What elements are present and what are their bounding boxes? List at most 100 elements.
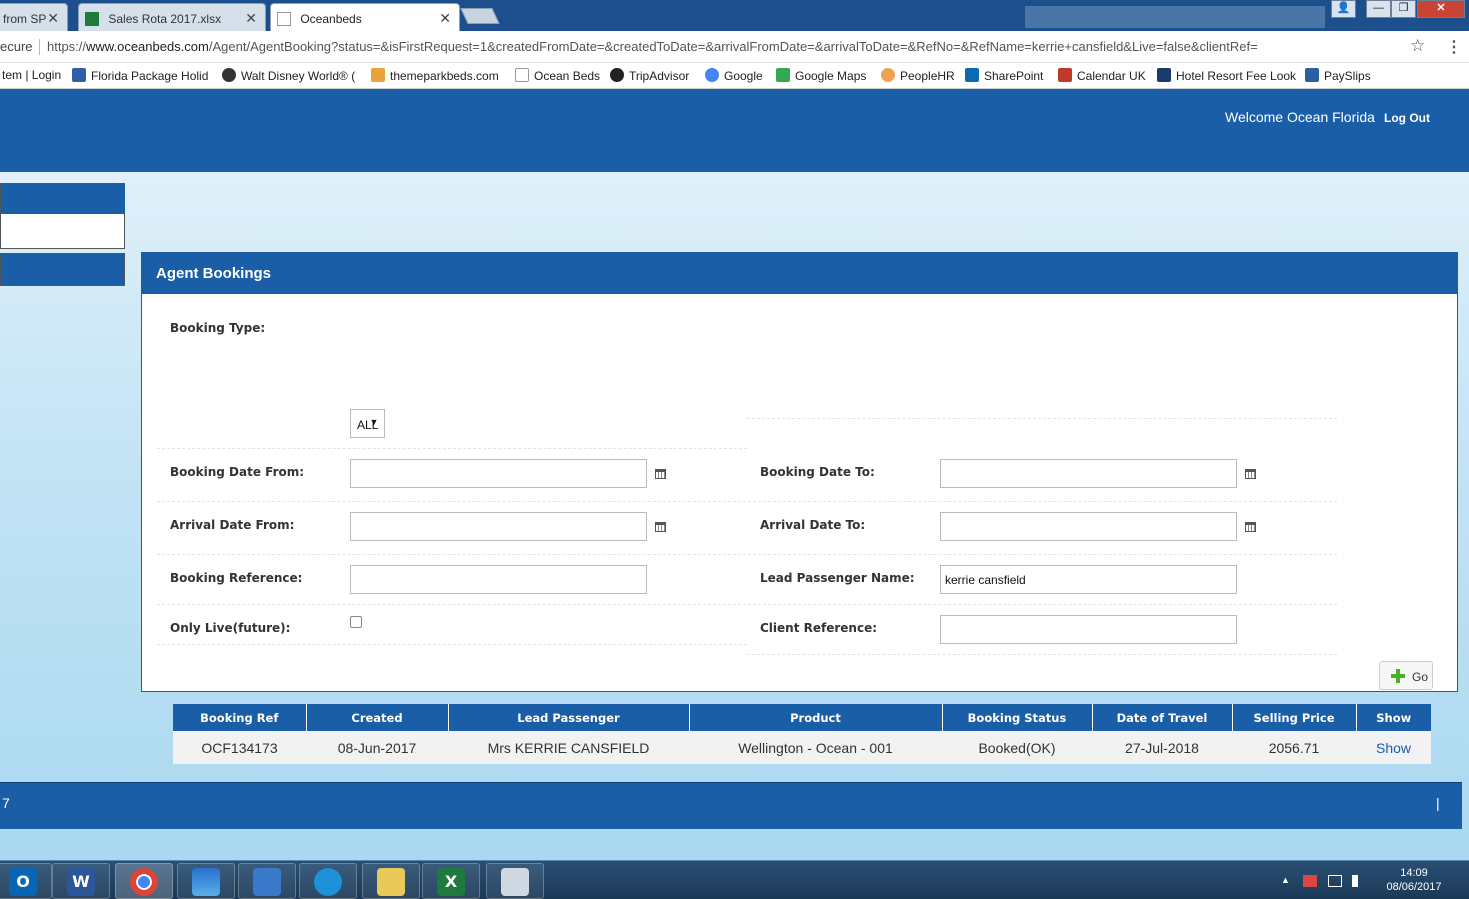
- sidebar-menu-block[interactable]: [0, 183, 125, 249]
- tab-sales-rota[interactable]: Sales Rota 2017.xlsx ✕: [78, 3, 266, 31]
- col-booking-ref[interactable]: Booking Ref: [173, 704, 307, 731]
- tab-from-sp[interactable]: from SP ✕: [0, 3, 68, 31]
- browser-tab-bar: from SP ✕ Sales Rota 2017.xlsx ✕ Oceanbe…: [0, 0, 1469, 31]
- arrival-date-to-input[interactable]: [940, 512, 1237, 541]
- bookmark-calendar-uk[interactable]: Calendar UK: [1058, 68, 1146, 83]
- bar-chart-icon: [1305, 68, 1319, 82]
- booking-type-dropdown[interactable]: ALL ▼: [350, 409, 386, 438]
- bookmark-ocean-beds[interactable]: Ocean Beds: [515, 68, 600, 83]
- bookmarks-bar: tem | Login Florida Package Holid Walt D…: [0, 63, 1469, 89]
- agent-bookings-panel: Agent Bookings Booking Type: ALL ▼ Booki…: [141, 252, 1458, 764]
- owl-icon: [610, 68, 624, 82]
- bookmark-label: Google Maps: [795, 69, 867, 83]
- calendar-icon[interactable]: [1245, 469, 1256, 479]
- col-product[interactable]: Product: [689, 704, 943, 731]
- booking-date-from-input[interactable]: [350, 459, 647, 488]
- bookmark-login[interactable]: tem | Login: [2, 68, 61, 82]
- taskbar-g-app[interactable]: [299, 863, 357, 899]
- close-window-button[interactable]: ✕: [1417, 0, 1465, 18]
- network-icon[interactable]: [1328, 875, 1342, 887]
- taskbar-explorer[interactable]: [362, 863, 420, 899]
- bookmark-peoplehr[interactable]: PeopleHR: [881, 68, 955, 83]
- bookmark-sharepoint[interactable]: SharePoint: [965, 68, 1043, 83]
- clock-date: 08/06/2017: [1386, 881, 1442, 893]
- system-clock[interactable]: 14:09 08/06/2017: [1380, 866, 1448, 894]
- tab-close-icon[interactable]: ✕: [439, 10, 451, 27]
- lead-passenger-input[interactable]: [940, 565, 1237, 594]
- bookmark-label: Ocean Beds: [534, 69, 601, 83]
- booking-reference-input[interactable]: [350, 565, 647, 594]
- taskbar-chrome[interactable]: [115, 863, 173, 899]
- user-icon[interactable]: 👤: [1331, 0, 1356, 18]
- tray-expand-icon[interactable]: ▲: [1281, 875, 1290, 885]
- sidebar-menu-bar[interactable]: [1, 184, 125, 214]
- taskbar-remote-desktop[interactable]: [238, 863, 296, 899]
- calendar-icon[interactable]: [1245, 522, 1256, 532]
- site-header: Welcome Ocean Florida Log Out: [0, 89, 1469, 172]
- bookings-table: Booking Ref Created Lead Passenger Produ…: [173, 704, 1431, 764]
- volume-muted-icon[interactable]: [1352, 875, 1364, 887]
- new-tab-button[interactable]: [460, 8, 500, 24]
- plane-icon: [72, 68, 86, 82]
- col-date-of-travel[interactable]: Date of Travel: [1092, 704, 1233, 731]
- bookmark-label: PeopleHR: [900, 69, 955, 83]
- bookmark-payslips[interactable]: PaySlips: [1305, 68, 1371, 83]
- bookmark-label: TripAdvisor: [629, 69, 690, 83]
- bookmark-tripadvisor[interactable]: TripAdvisor: [610, 68, 689, 83]
- bookmark-label: Google: [724, 69, 763, 83]
- taskbar-excel[interactable]: X: [422, 863, 480, 899]
- taskbar-word[interactable]: W: [52, 863, 110, 899]
- bookmark-label: themeparkbeds.com: [390, 69, 499, 83]
- go-button[interactable]: Go: [1379, 661, 1433, 690]
- col-selling-price[interactable]: Selling Price: [1232, 704, 1357, 731]
- folder-icon: [377, 868, 405, 896]
- tab-close-icon[interactable]: ✕: [245, 10, 257, 27]
- taskbar-calculator[interactable]: [486, 863, 544, 899]
- taskbar-outlook[interactable]: O: [0, 863, 52, 899]
- bookmark-label: Hotel Resort Fee Look: [1176, 69, 1297, 83]
- outlook-icon: O: [9, 868, 37, 896]
- taskbar-app-blue[interactable]: [177, 863, 235, 899]
- bookmark-hotel-resort-fee[interactable]: Hotel Resort Fee Look: [1157, 68, 1296, 83]
- bookmark-label: PaySlips: [1324, 69, 1371, 83]
- bookmark-label: Calendar UK: [1077, 69, 1146, 83]
- calendar-icon[interactable]: [655, 469, 666, 479]
- bookmark-google[interactable]: Google: [705, 68, 763, 83]
- col-booking-status[interactable]: Booking Status: [942, 704, 1093, 731]
- bookmark-disney[interactable]: Walt Disney World® (: [222, 68, 355, 83]
- show-link[interactable]: Show: [1376, 740, 1411, 756]
- r-icon: [1157, 68, 1171, 82]
- tab-close-icon[interactable]: ✕: [47, 10, 59, 27]
- tab-oceanbeds[interactable]: Oceanbeds ✕: [270, 3, 460, 31]
- bookmark-florida-package[interactable]: Florida Package Holid: [72, 68, 208, 83]
- maximize-button[interactable]: ❐: [1391, 0, 1416, 18]
- col-created[interactable]: Created: [306, 704, 449, 731]
- booking-date-to-input[interactable]: [940, 459, 1237, 488]
- calendar-icon[interactable]: [655, 522, 666, 532]
- bookmark-label: tem | Login: [2, 68, 62, 82]
- sharepoint-icon: [965, 68, 979, 82]
- url-input[interactable]: https://www.oceanbeds.com/Agent/AgentBoo…: [47, 39, 1258, 54]
- logout-link[interactable]: Log Out: [1384, 111, 1430, 125]
- action-center-icon[interactable]: [1303, 875, 1317, 887]
- tab-label: Sales Rota 2017.xlsx: [108, 12, 222, 26]
- booking-type-label: Booking Type:: [170, 321, 266, 335]
- security-indicator[interactable]: ecure: [0, 39, 33, 54]
- only-live-checkbox[interactable]: [350, 616, 362, 628]
- cell-booking-ref: OCF134173: [173, 731, 306, 764]
- go-label: Go: [1412, 670, 1429, 684]
- arrival-date-from-input[interactable]: [350, 512, 647, 541]
- bookmark-google-maps[interactable]: Google Maps: [776, 68, 866, 83]
- arrival-date-from-label: Arrival Date From:: [170, 518, 295, 532]
- client-reference-input[interactable]: [940, 615, 1237, 644]
- arrival-date-to-label: Arrival Date To:: [760, 518, 866, 532]
- bookmark-themeparkbeds[interactable]: themeparkbeds.com: [371, 68, 499, 83]
- row-divider: [157, 448, 747, 449]
- col-lead-passenger[interactable]: Lead Passenger: [448, 704, 690, 731]
- browser-menu-icon[interactable]: ⋮: [1446, 37, 1462, 57]
- bookmark-star-icon[interactable]: ☆: [1410, 36, 1425, 56]
- sidebar-menu-item[interactable]: [0, 253, 125, 286]
- page-content: Welcome Ocean Florida Log Out Agent Book…: [0, 89, 1469, 860]
- minimize-button[interactable]: —: [1366, 0, 1391, 18]
- clock-time: 14:09: [1400, 867, 1428, 879]
